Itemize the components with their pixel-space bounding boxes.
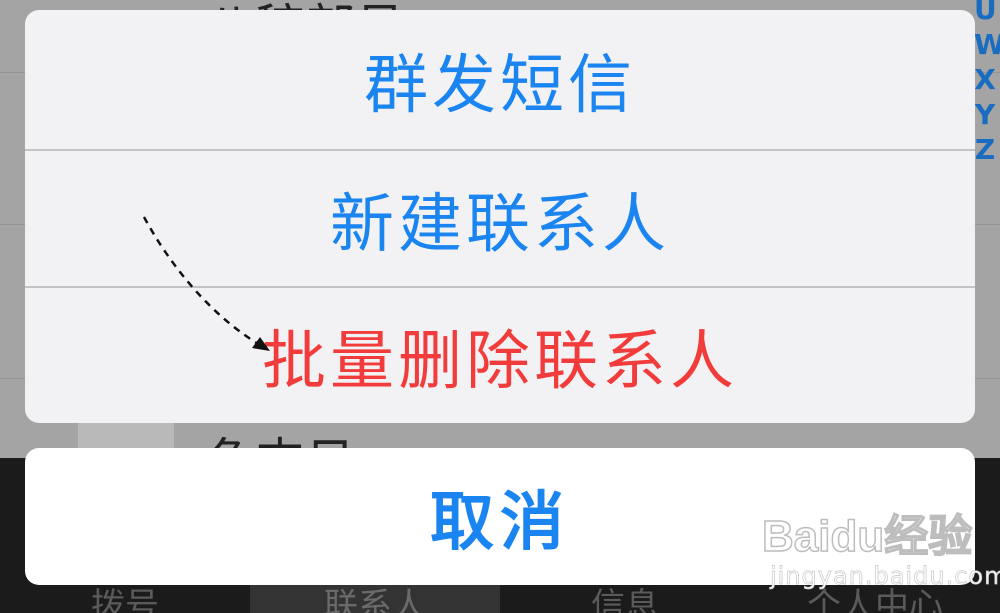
index-letter[interactable]: Y: [974, 97, 996, 132]
dashed-arrow-icon: [142, 216, 270, 351]
alphabet-index[interactable]: U W X Y Z: [974, 0, 1000, 167]
index-letter[interactable]: Z: [974, 132, 996, 167]
index-letter[interactable]: X: [974, 62, 996, 97]
watermark: Baidu经验 jingyan.baidu.com: [761, 500, 1000, 605]
baidu-logo: Baidu经验: [761, 511, 973, 562]
screen: 八稼部号 负支日 U W X Y Z 拨号 联系人 信息 个人中心 群发短信 新…: [0, 0, 1000, 613]
index-letter[interactable]: W: [974, 27, 1000, 62]
bulk-sms-button[interactable]: 群发短信: [25, 10, 975, 149]
index-letter[interactable]: U: [974, 0, 997, 27]
watermark-url: jingyan.baidu.com: [770, 562, 1000, 591]
